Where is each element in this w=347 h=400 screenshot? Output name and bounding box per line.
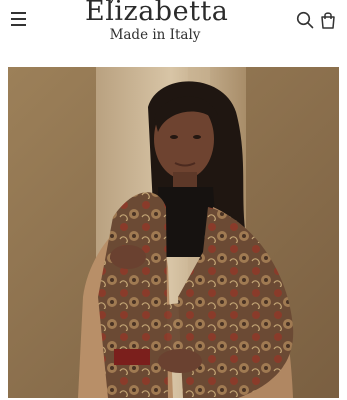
model-wearing-paisley-shawl [8,67,339,398]
hamburger-menu-icon[interactable] [8,8,30,28]
shopping-bag-icon[interactable] [318,10,338,30]
brand-name: Elizabetta [85,0,229,27]
site-header: Elizabetta Made in Italy [0,0,347,50]
hero-image[interactable] [8,67,339,398]
brand-tagline: Made in Italy [109,27,201,43]
brand-logo[interactable]: Elizabetta Made in Italy [85,0,229,50]
search-icon[interactable] [295,10,315,30]
